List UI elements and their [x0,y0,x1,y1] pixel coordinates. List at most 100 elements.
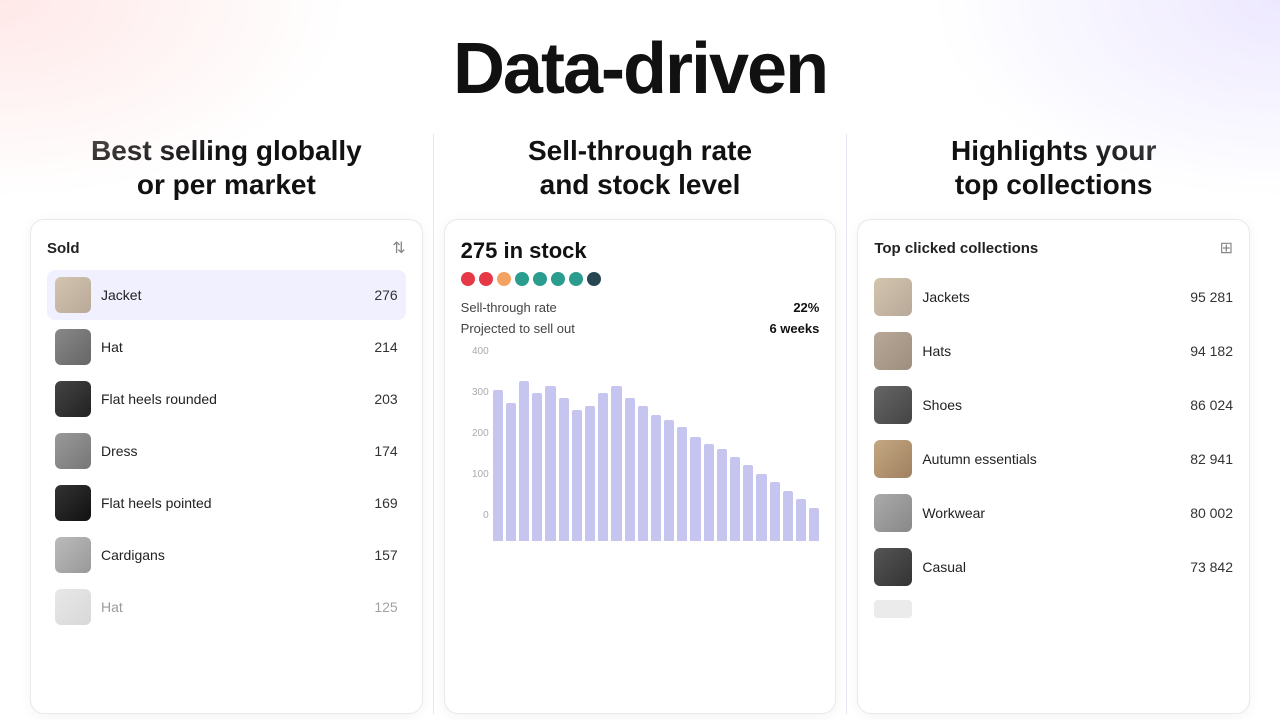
filter-icon[interactable]: ⊞ [1220,238,1233,258]
collection-thumb [874,548,912,586]
partial-row [874,596,1233,622]
collection-count: 86 024 [1190,397,1233,413]
right-column: Highlights your top collections Top clic… [847,134,1260,714]
status-dot [533,272,547,286]
chart-y-label: 0 [483,510,489,521]
collection-thumb [874,332,912,370]
chart-bar [796,499,806,541]
partial-thumb [874,600,912,618]
stock-number: 275 in stock [461,238,820,264]
product-count: 203 [374,391,397,407]
collection-name: Autumn essentials [922,451,1180,467]
collection-thumb [874,386,912,424]
chart-bars [493,346,820,541]
collection-count: 94 182 [1190,343,1233,359]
product-count: 214 [374,339,397,355]
chart-bar [638,406,648,541]
product-count: 157 [374,547,397,563]
right-column-title: Highlights your top collections [951,134,1156,201]
status-dot [479,272,493,286]
status-dot [497,272,511,286]
product-thumb [55,433,91,469]
status-dot [569,272,583,286]
collections-title: Top clicked collections [874,240,1038,257]
product-name: Hat [101,599,364,615]
status-dot [587,272,601,286]
product-row: Jacket276 [47,270,406,320]
chart-y-label: 300 [472,387,489,398]
product-count: 125 [374,599,397,615]
chart-bar [704,444,714,542]
collection-row: Workwear 80 002 [874,488,1233,538]
sold-label: Sold [47,240,80,257]
chart-bar [493,390,503,542]
collection-count: 80 002 [1190,505,1233,521]
sell-through-label: Sell-through rate [461,300,557,315]
chart-bar [625,398,635,541]
collections-header: Top clicked collections ⊞ [874,238,1233,258]
product-list: Jacket276 Hat 214 Flat heels rounded203 Dres… [47,270,406,632]
collection-row: Casual 73 842 [874,542,1233,592]
chart-bar [677,427,687,542]
chart-bar [756,474,766,541]
collection-row: Autumn essentials 82 941 [874,434,1233,484]
chart-area: 4003002001000 [461,346,820,541]
collection-count: 95 281 [1190,289,1233,305]
projected-value: 6 weeks [769,321,819,336]
product-row: Flat heels rounded203 [47,374,406,424]
sell-through-value: 22% [793,300,819,315]
chart-bar [519,381,529,541]
product-name: Flat heels pointed [101,495,364,511]
collection-thumb [874,494,912,532]
sell-through-row: Sell-through rate 22% [461,300,820,315]
product-row: Hat 125 [47,582,406,632]
collection-row: Hats94 182 [874,326,1233,376]
product-name: Hat [101,339,364,355]
collection-count: 82 941 [1190,451,1233,467]
collection-name: Workwear [922,505,1180,521]
chart-bar [743,465,753,541]
product-thumb [55,537,91,573]
collection-row: Jackets95 281 [874,272,1233,322]
chart-bar [545,386,555,541]
best-selling-card: Sold ⇅ Jacket276 Hat 214 Flat heels rounded… [30,219,423,714]
page-title: Data-driven [0,0,1280,134]
collection-thumb [874,440,912,478]
chart-y-label: 200 [472,428,489,439]
status-dot [461,272,475,286]
color-dots [461,272,820,286]
product-count: 276 [374,287,397,303]
product-name: Dress [101,443,364,459]
chart-bar [585,406,595,541]
product-name: Cardigans [101,547,364,563]
product-thumb [55,589,91,625]
status-dot [515,272,529,286]
left-column-title: Best selling globally or per market [91,134,362,201]
product-thumb [55,329,91,365]
product-row: Hat 214 [47,322,406,372]
card-header: Sold ⇅ [47,238,406,258]
chart-bar [532,393,542,541]
sort-icon[interactable]: ⇅ [392,238,405,258]
product-thumb [55,485,91,521]
collection-name: Shoes [922,397,1180,413]
chart-bar [783,491,793,542]
chart-bar [506,403,516,541]
collection-thumb [874,278,912,316]
middle-column-title: Sell-through rate and stock level [528,134,752,201]
sell-through-card: 275 in stock Sell-through rate 22% Proje… [444,219,837,714]
product-row: Flat heels pointed169 [47,478,406,528]
projected-label: Projected to sell out [461,321,575,336]
collection-name: Casual [922,559,1180,575]
chart-bar [559,398,569,541]
product-thumb [55,277,91,313]
chart-bar [730,457,740,541]
status-dot [551,272,565,286]
chart-bar [809,508,819,542]
chart-y-labels: 4003002001000 [461,346,489,521]
product-row: Cardigans 157 [47,530,406,580]
collection-count: 73 842 [1190,559,1233,575]
chart-y-label: 400 [472,346,489,357]
chart-bar [572,410,582,541]
collection-row: Shoes 86 024 [874,380,1233,430]
